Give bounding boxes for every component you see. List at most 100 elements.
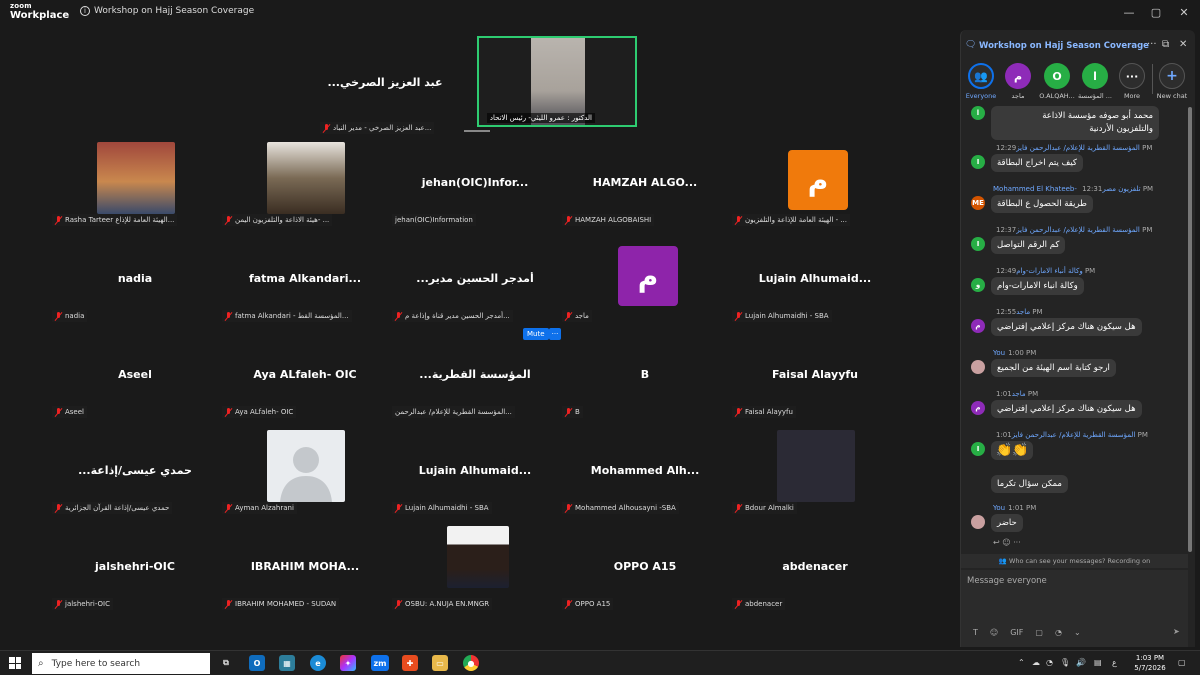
close-button[interactable]: ✕ xyxy=(1174,6,1194,19)
message-bubble[interactable]: هل سيكون هناك مركز إعلامي إفتراضي xyxy=(991,318,1142,336)
task-view-icon[interactable]: ⧉ xyxy=(218,655,234,671)
message-bubble[interactable]: محمد أبو صوفه مؤسسة الاذاعة والتلفزيون ا… xyxy=(991,106,1159,140)
chat-recipients: 👥 Everyone م ماجد O O.ALQAH... ا المؤسسة… xyxy=(961,63,1196,105)
microphone-icon[interactable]: 🎙 xyxy=(1060,658,1070,667)
minimize-button[interactable]: — xyxy=(1119,6,1139,19)
message-compose-box[interactable]: Message everyone T ☺ GIF ▢ ◔ ⌄ xyxy=(961,570,1188,647)
pop-out-icon[interactable]: ⧉ xyxy=(1162,39,1169,50)
active-speaker-video[interactable]: الدكتور : عمرو الليثي- رئيس الاتحاد xyxy=(477,36,637,127)
participant-tile[interactable]: B B xyxy=(560,332,730,422)
participant-tile[interactable]: المؤسسة القطرية... المؤسسة القطرية للإعل… xyxy=(390,332,560,422)
participant-tile[interactable]: Bdour Almalki xyxy=(730,428,900,518)
participant-tile[interactable]: nadia nadia xyxy=(50,236,220,326)
screenshot-icon[interactable]: ◔ xyxy=(1055,628,1062,637)
participant-name: jehan(OIC)Infor... xyxy=(421,176,529,189)
mic-off-icon xyxy=(395,311,402,321)
participant-tile[interactable]: Aya ALfaleh- OIC Aya ALfaleh- OIC xyxy=(220,332,390,422)
participant-tile[interactable]: jalshehri-OIC jalshehri-OIC xyxy=(50,524,220,614)
windows-start-icon[interactable] xyxy=(9,657,21,669)
participant-tile[interactable]: م ماجد xyxy=(560,236,730,326)
message-sender: المؤسسة القطرية للإعلام/ عبدالرحمن فايز1… xyxy=(996,144,1153,152)
participant-tile[interactable]: م الهيئة العامة للإذاعة والتلفزيون - ... xyxy=(730,140,900,230)
chevron-up-icon[interactable]: ⌃ xyxy=(1018,658,1025,667)
participant-tile[interactable]: HAMZAH ALGO... HAMZAH ALGOBAISHI xyxy=(560,140,730,230)
gif-icon[interactable]: GIF xyxy=(1010,628,1023,637)
participant-tile[interactable]: حمدي عيسى/إذاعة... حمدي عيسى/إذاعة القرآ… xyxy=(50,428,220,518)
message-bubble[interactable]: وكالة انباء الامارات-وام xyxy=(991,277,1084,295)
message-bubble[interactable]: ممكن سؤال تكرما xyxy=(991,475,1068,493)
store-icon[interactable]: ▦ xyxy=(279,655,295,671)
recipient-item[interactable]: ا المؤسسة ... xyxy=(1076,63,1114,100)
close-chat-icon[interactable]: ✕ xyxy=(1179,39,1187,50)
recipient-avatar: م xyxy=(1005,63,1031,89)
mic-off-icon xyxy=(225,407,232,417)
participant-name: fatma Alkandari... xyxy=(248,272,362,285)
taskbar-clock[interactable]: 1:03 PM 5/7/2026 xyxy=(1130,653,1170,673)
who-can-see-banner[interactable]: 👥 Who can see your messages? Recording o… xyxy=(961,554,1188,568)
participant-tile[interactable]: أمدجر الحسين مدير... أمدجر الحسين مدير ق… xyxy=(390,236,560,326)
participant-tile[interactable]: fatma Alkandari... fatma Alkandari - الم… xyxy=(220,236,390,326)
participant-tile[interactable]: jehan(OIC)Infor... jehan(OIC)Information xyxy=(390,140,560,230)
recipient-item[interactable]: م ماجد xyxy=(999,63,1037,100)
input-language[interactable]: ع xyxy=(1112,658,1117,667)
message-bubble[interactable]: كم الرقم التواصل xyxy=(991,236,1066,254)
send-icon[interactable]: ➤ xyxy=(1173,627,1187,639)
participant-tile[interactable]: IBRAHIM MOHA... IBRAHIM MOHAMED - SUDAN xyxy=(220,524,390,614)
chrome-icon[interactable]: ● xyxy=(463,655,479,671)
network-icon[interactable]: ▤ xyxy=(1094,658,1102,667)
message-bubble[interactable]: طريقة الحصول ع البطاقة xyxy=(991,195,1093,213)
participant-tile[interactable]: عبد العزيز الصرخي... عبد العزيز الصرخي -… xyxy=(300,48,470,138)
outlook-icon[interactable]: O xyxy=(249,655,265,671)
participant-name: Lujain Alhumaid... xyxy=(758,272,872,285)
new-chat-button[interactable]: + New chat xyxy=(1153,63,1191,100)
recipient-everyone[interactable]: 👥 Everyone xyxy=(962,63,1000,100)
message-bubble[interactable]: كيف يتم اخراج البطاقة xyxy=(991,154,1083,172)
participant-tile[interactable]: OPPO A15 OPPO A15 xyxy=(560,524,730,614)
message-sender: Mohammed El Khateeb- تلفزيون مصر12:31 PM xyxy=(993,185,1154,193)
participant-tile[interactable]: Aseel Aseel xyxy=(50,332,220,422)
participant-tile[interactable]: OSBU: A.NUJA EN.MNGR xyxy=(390,524,560,614)
message-bubble[interactable]: ارجو كتابة اسم الهيئة من الجميع xyxy=(991,359,1116,377)
file-explorer-icon[interactable]: ▭ xyxy=(432,655,448,671)
recipient-item[interactable]: O O.ALQAH... xyxy=(1038,63,1076,100)
message-bubble[interactable]: هل سيكون هناك مركز إعلامي إفتراضي xyxy=(991,400,1142,418)
message-bubble[interactable]: حاضر xyxy=(991,514,1023,532)
participant-tile[interactable]: Rasha Tarteer الهيئة العامة للإذاع... xyxy=(50,140,220,230)
copilot-icon[interactable]: ✦ xyxy=(340,655,356,671)
recipient-more[interactable]: ··· More xyxy=(1113,63,1151,100)
onedrive-icon[interactable]: ☁ xyxy=(1032,658,1040,667)
mic-off-icon xyxy=(395,599,402,609)
attach-file-icon[interactable]: ▢ xyxy=(1035,628,1043,637)
zoom-taskbar-icon[interactable]: zm xyxy=(371,655,389,671)
meeting-title[interactable]: i Workshop on Hajj Season Coverage xyxy=(80,6,254,16)
message-input[interactable]: Message everyone xyxy=(967,576,1047,586)
message-bubble[interactable]: 👏👏 xyxy=(991,441,1034,460)
wifi-icon[interactable]: ◔ xyxy=(1046,658,1053,667)
format-text-icon[interactable]: T xyxy=(973,628,978,637)
gallery-scroll-handle[interactable] xyxy=(464,130,490,132)
notification-icon[interactable]: ▢ xyxy=(1178,658,1186,667)
participant-tile[interactable]: Faisal Alayyfu Faisal Alayyfu xyxy=(730,332,900,422)
participant-tile[interactable]: هيئة الاذاعة والتلفزيون اليمن- ... xyxy=(220,140,390,230)
participant-tile[interactable]: Ayman Alzahrani xyxy=(220,428,390,518)
participant-tile[interactable]: Lujain Alhumaid... Lujain Alhumaidhi - S… xyxy=(390,428,560,518)
participant-tile[interactable]: Lujain Alhumaid... Lujain Alhumaidhi - S… xyxy=(730,236,900,326)
participant-name: أمدجر الحسين مدير... xyxy=(416,272,534,285)
chat-scrollbar[interactable] xyxy=(1188,107,1192,552)
mic-off-icon xyxy=(735,311,742,321)
taskbar-search-box[interactable]: ⌕ Type here to search xyxy=(32,653,210,674)
participant-tile[interactable]: Mohammed Alh... Mohammed Alhousayni -SBA xyxy=(560,428,730,518)
mic-off-icon xyxy=(565,599,572,609)
volume-icon[interactable]: 🔊 xyxy=(1076,658,1086,667)
participant-photo xyxy=(267,142,345,214)
participant-tile[interactable]: abdenacer abdenacer xyxy=(730,524,900,614)
chat-more-icon[interactable]: ··· xyxy=(1147,39,1157,50)
info-icon[interactable]: i xyxy=(80,6,90,16)
more-tools-icon[interactable]: ⌄ xyxy=(1074,628,1081,637)
edge-icon[interactable]: e xyxy=(310,655,326,671)
message-actions[interactable]: ↩ ☺ ··· xyxy=(993,538,1021,547)
maximize-button[interactable]: ▢ xyxy=(1146,6,1166,19)
presentation-app-icon[interactable]: ✚ xyxy=(402,655,418,671)
participant-photo xyxy=(447,526,509,588)
emoji-icon[interactable]: ☺ xyxy=(990,628,998,637)
